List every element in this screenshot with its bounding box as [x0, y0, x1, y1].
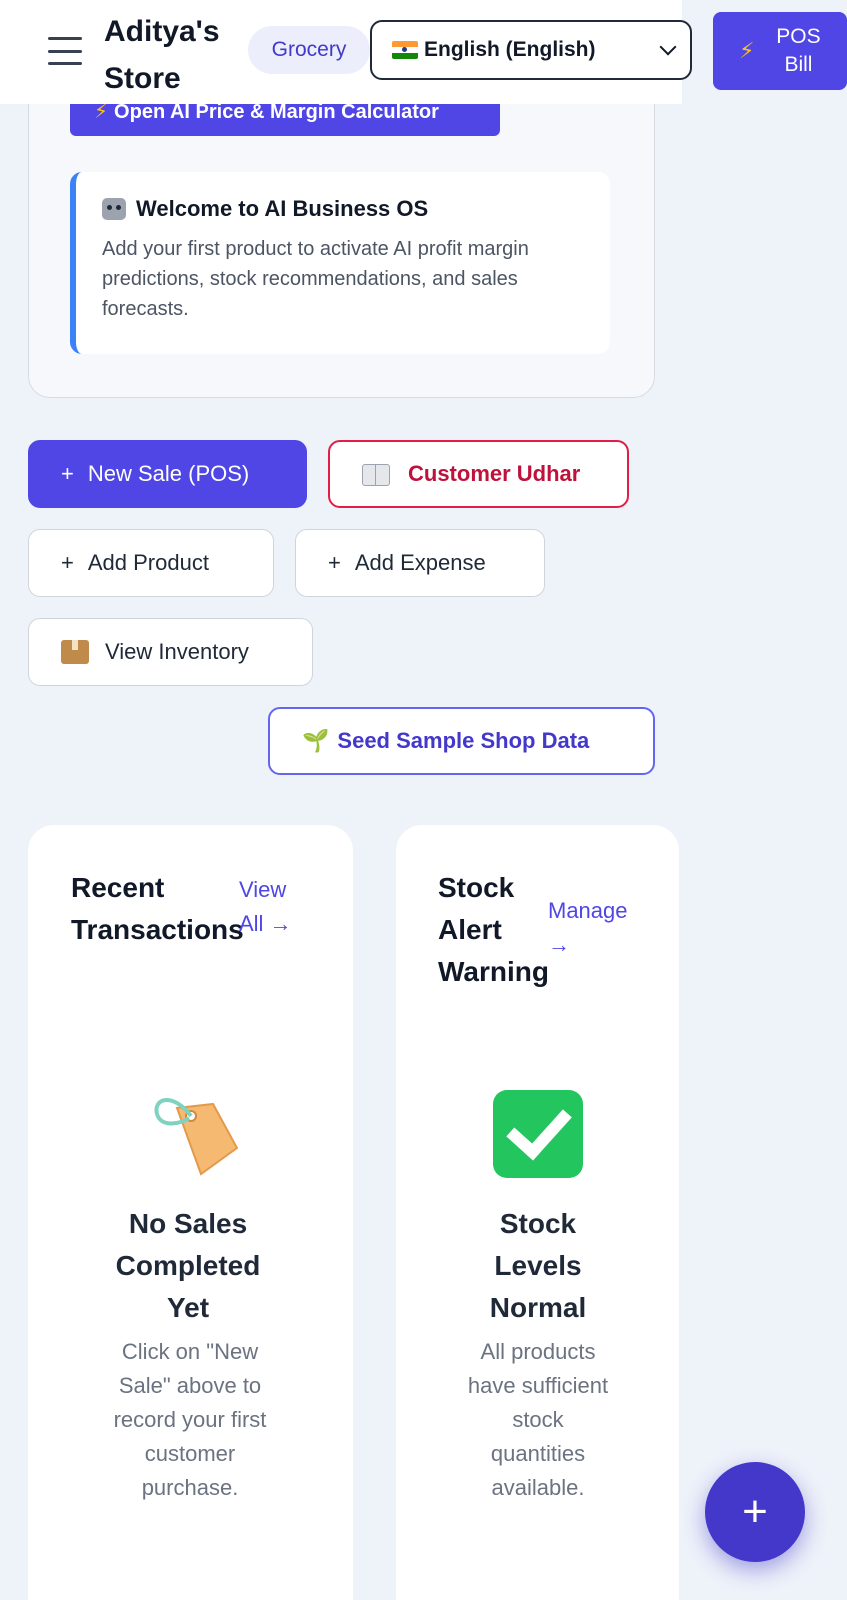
add-product-label: Add Product	[87, 550, 209, 575]
bolt-icon: ⚡	[739, 38, 755, 63]
bolt-icon: ⚡	[94, 101, 109, 123]
recent-transactions-card: Recent Transactions View All → No Sales …	[28, 825, 353, 1600]
manage-link[interactable]: Manage →	[548, 894, 648, 962]
top-bar: Aditya's Store Grocery English (English)	[0, 0, 692, 104]
stock-alert-title: Stock Alert Warning	[438, 872, 549, 987]
plus-icon: +	[328, 550, 341, 575]
robot-icon	[102, 198, 126, 220]
no-sales-title: No Sales Completed Yet	[115, 1208, 261, 1323]
view-all-link[interactable]: View All →	[239, 873, 309, 941]
view-inventory-label: View Inventory	[105, 639, 249, 664]
welcome-text: Add your first product to activate AI pr…	[102, 238, 529, 320]
seed-sample-data-button[interactable]: 🌱 Seed Sample Shop Data	[268, 707, 655, 775]
recent-transactions-title: Recent Transactions	[71, 872, 244, 945]
new-sale-button[interactable]: + New Sale (POS)	[28, 440, 307, 508]
stock-alert-card: Stock Alert Warning Manage → Stock Level…	[396, 825, 679, 1600]
customer-udhar-button[interactable]: Customer Udhar	[328, 440, 629, 508]
seed-sample-data-label: Seed Sample Shop Data	[337, 728, 590, 753]
welcome-banner: Welcome to AI Business OS Add your first…	[70, 172, 610, 354]
pos-bill-button[interactable]: ⚡ POS Bill	[713, 12, 847, 90]
welcome-title-row: Welcome to AI Business OS	[102, 196, 586, 222]
check-mark-icon	[493, 1090, 583, 1178]
add-fab-button[interactable]: +	[705, 1462, 805, 1562]
add-product-button[interactable]: + Add Product	[28, 529, 274, 597]
welcome-title: Welcome to AI Business OS	[136, 196, 429, 221]
seedling-icon: 🌱	[302, 728, 330, 753]
plus-icon: +	[61, 461, 74, 486]
view-inventory-button[interactable]: View Inventory	[28, 618, 313, 686]
store-name: Aditya's Store	[104, 15, 220, 95]
language-value: English (English)	[424, 38, 596, 61]
new-sale-label: New Sale (POS)	[87, 461, 250, 486]
plus-icon: +	[61, 550, 74, 575]
package-icon	[61, 640, 89, 664]
menu-icon[interactable]	[48, 34, 82, 68]
add-expense-button[interactable]: + Add Expense	[295, 529, 545, 597]
add-expense-label: Add Expense	[354, 550, 486, 575]
stock-normal-text: All products have sufficient stock quant…	[467, 1339, 609, 1500]
no-sales-text: Click on "New Sale" above to record your…	[113, 1339, 267, 1500]
pos-bill-label: POS Bill	[776, 25, 821, 76]
india-flag-icon	[392, 41, 418, 59]
category-badge: Grocery	[248, 26, 370, 74]
chevron-down-icon	[659, 38, 677, 56]
price-tag-icon	[154, 1098, 239, 1176]
customer-udhar-label: Customer Udhar	[408, 461, 581, 486]
ai-calculator-label: Open AI Price & Margin Calculator	[114, 101, 439, 123]
language-select[interactable]: English (English)	[370, 20, 692, 80]
stock-normal-title: Stock Levels Normal	[489, 1208, 587, 1323]
book-icon	[362, 464, 390, 486]
